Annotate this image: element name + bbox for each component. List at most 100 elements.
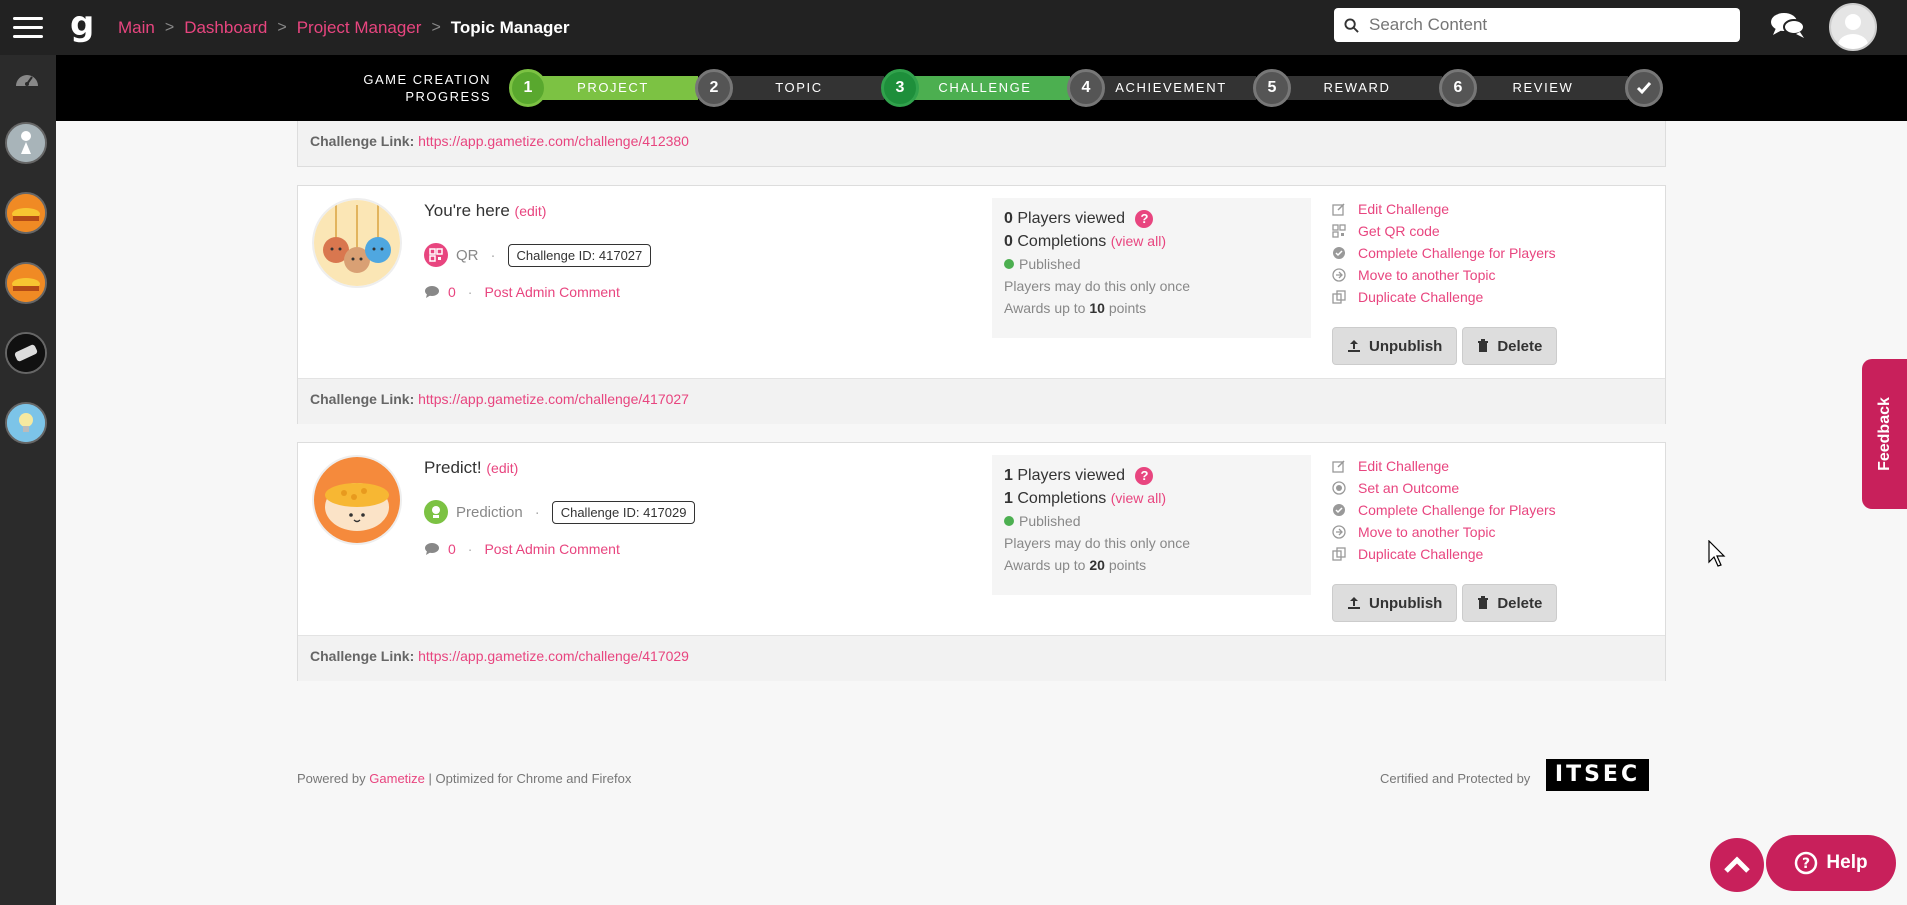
step-circle-3[interactable]: 3 (881, 69, 919, 107)
post-admin-comment-link[interactable]: Post Admin Comment (484, 284, 619, 300)
top-bar: g Main > Dashboard > Project Manager > T… (0, 0, 1907, 55)
user-avatar[interactable] (1829, 3, 1877, 51)
gametize-logo[interactable]: g (70, 0, 102, 55)
players-viewed: 1 Players viewed ? (1004, 465, 1299, 487)
step-challenge[interactable]: CHALLENGE (900, 76, 1070, 100)
comment-icon (425, 543, 439, 555)
challenge-image[interactable] (312, 198, 402, 288)
step-review[interactable]: REVIEW (1458, 76, 1628, 100)
duplicate-challenge-link[interactable]: Duplicate Challenge (1332, 543, 1652, 565)
frequency-text: Players may do this only once (1004, 535, 1190, 551)
move-topic-link[interactable]: Move to another Topic (1332, 264, 1652, 286)
challenge-image[interactable] (312, 455, 402, 545)
help-question-icon[interactable]: ? (1135, 210, 1154, 228)
completions: 0 Completions (view all) (1004, 233, 1166, 250)
post-admin-comment-link[interactable]: Post Admin Comment (484, 541, 619, 557)
step-topic[interactable]: TOPIC (714, 76, 884, 100)
project-avatar-1[interactable] (5, 122, 47, 164)
challenge-stats: 0 Players viewed ? 0 Completions (view a… (992, 198, 1311, 338)
help-question-icon[interactable]: ? (1135, 467, 1154, 485)
breadcrumb-main[interactable]: Main (118, 18, 155, 38)
search-box[interactable] (1334, 8, 1740, 42)
awards-text: Awards up to 10 points (1004, 300, 1147, 316)
step-circle-4[interactable]: 4 (1067, 69, 1105, 107)
step-reward[interactable]: REWARD (1272, 76, 1442, 100)
challenge-link[interactable]: https://app.gametize.com/challenge/41702… (418, 391, 689, 407)
qr-code-icon (1332, 224, 1346, 238)
delete-button[interactable]: Delete (1462, 584, 1558, 622)
check-icon[interactable] (1625, 69, 1663, 107)
copy-icon (1332, 547, 1346, 561)
step-circle-1[interactable]: 1 (509, 69, 547, 107)
challenge-card: Predict! (edit) Prediction · Challenge I… (297, 442, 1666, 681)
set-outcome-link[interactable]: Set an Outcome (1332, 477, 1652, 499)
awards-text: Awards up to 20 points (1004, 557, 1147, 573)
scroll-to-top-button[interactable] (1710, 838, 1764, 892)
view-all-link[interactable]: (view all) (1111, 490, 1166, 506)
step-circle-5[interactable]: 5 (1253, 69, 1291, 107)
project-avatar-3[interactable] (5, 262, 47, 304)
copy-icon (1332, 290, 1346, 304)
upload-icon (1348, 340, 1360, 352)
project-avatar-4[interactable] (5, 332, 47, 374)
challenge-link[interactable]: https://app.gametize.com/challenge/41238… (418, 133, 689, 149)
edit-icon (1332, 202, 1346, 216)
status-published: Published (1004, 510, 1299, 532)
edit-challenge-link[interactable]: Edit Challenge (1332, 198, 1652, 220)
comment-count[interactable]: 0 (448, 541, 456, 557)
challenge-link-row: Challenge Link: https://app.gametize.com… (298, 121, 1665, 166)
footer-certified: Certified and Protected by (1380, 771, 1531, 786)
view-all-link[interactable]: (view all) (1111, 233, 1166, 249)
unpublish-button[interactable]: Unpublish (1332, 584, 1458, 622)
challenge-actions: Edit Challenge Set an Outcome Complete C… (1332, 455, 1652, 565)
edit-challenge-link[interactable]: Edit Challenge (1332, 455, 1652, 477)
challenge-comments: 0 · Post Admin Comment (424, 541, 620, 557)
chevron-up-icon (1724, 856, 1750, 873)
challenge-actions: Edit Challenge Get QR code Complete Chal… (1332, 198, 1652, 308)
gametize-link[interactable]: Gametize (369, 771, 425, 786)
game-creation-progress: GAME CREATION PROGRESS PROJECT TOPIC CHA… (56, 55, 1907, 121)
feedback-tab[interactable]: Feedback (1862, 359, 1907, 509)
challenge-stats: 1 Players viewed ? 1 Completions (view a… (992, 455, 1311, 595)
challenge-id-badge: Challenge ID: 417027 (507, 243, 652, 267)
complete-challenge-link[interactable]: Complete Challenge for Players (1332, 242, 1652, 264)
project-avatar-5[interactable] (5, 402, 47, 444)
svg-text:?: ? (1802, 856, 1810, 872)
qr-type-icon (424, 243, 448, 267)
move-topic-link[interactable]: Move to another Topic (1332, 521, 1652, 543)
itsec-logo[interactable]: ITSEC (1546, 759, 1649, 791)
question-circle-icon: ? (1795, 851, 1818, 875)
unpublish-button[interactable]: Unpublish (1332, 327, 1458, 365)
help-button[interactable]: ? Help (1766, 835, 1896, 891)
edit-title-link[interactable]: (edit) (486, 460, 518, 476)
comment-count[interactable]: 0 (448, 284, 456, 300)
dashboard-icon[interactable] (14, 68, 40, 95)
breadcrumb-dashboard[interactable]: Dashboard (184, 18, 267, 38)
challenge-link-label: Challenge Link: (310, 133, 415, 149)
complete-challenge-link[interactable]: Complete Challenge for Players (1332, 499, 1652, 521)
step-circle-6[interactable]: 6 (1439, 69, 1477, 107)
duplicate-challenge-link[interactable]: Duplicate Challenge (1332, 286, 1652, 308)
step-project[interactable]: PROJECT (528, 76, 698, 100)
challenge-meta: QR · Challenge ID: 417027 (424, 243, 652, 267)
challenge-link[interactable]: https://app.gametize.com/challenge/41702… (418, 648, 689, 664)
project-avatar-2[interactable] (5, 192, 47, 234)
get-qr-code-link[interactable]: Get QR code (1332, 220, 1652, 242)
challenge-meta: Prediction · Challenge ID: 417029 (424, 500, 696, 524)
chat-icon[interactable] (1770, 10, 1806, 45)
challenge-link-row: Challenge Link: https://app.gametize.com… (298, 635, 1665, 681)
challenge-link-label: Challenge Link: (310, 391, 415, 407)
menu-icon[interactable] (0, 0, 56, 55)
step-circle-2[interactable]: 2 (695, 69, 733, 107)
upload-icon (1348, 597, 1360, 609)
breadcrumb-project-manager[interactable]: Project Manager (297, 18, 422, 38)
search-icon (1344, 17, 1359, 33)
completions: 1 Completions (view all) (1004, 490, 1166, 507)
challenge-comments: 0 · Post Admin Comment (424, 284, 620, 300)
breadcrumb-current: Topic Manager (450, 17, 570, 37)
delete-button[interactable]: Delete (1462, 327, 1558, 365)
search-input[interactable] (1369, 15, 1729, 35)
edit-title-link[interactable]: (edit) (515, 203, 547, 219)
players-viewed: 0 Players viewed ? (1004, 208, 1299, 230)
step-achievement[interactable]: ACHIEVEMENT (1086, 76, 1256, 100)
